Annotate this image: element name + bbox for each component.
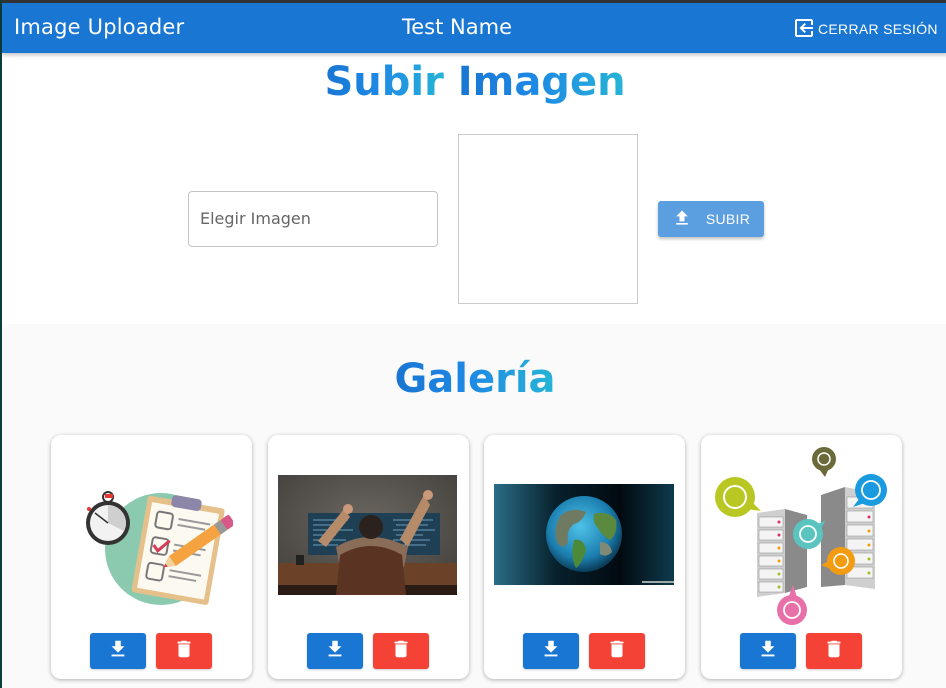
card-actions bbox=[523, 633, 645, 669]
gallery-image-servers[interactable] bbox=[711, 447, 896, 625]
upload-button[interactable]: SUBIR bbox=[658, 201, 764, 237]
card-actions bbox=[740, 633, 862, 669]
upload-section: Subir Imagen Elegir Imagen SUBIR bbox=[2, 53, 946, 324]
app-title: Image Uploader bbox=[14, 15, 185, 39]
gallery-image-programmer[interactable] bbox=[278, 475, 457, 595]
logout-label: CERRAR SESIÓN bbox=[818, 21, 938, 37]
download-icon bbox=[757, 638, 779, 664]
upload-icon bbox=[672, 208, 692, 231]
upload-title: Subir Imagen bbox=[2, 59, 946, 105]
delete-button[interactable] bbox=[806, 633, 862, 669]
gallery-title-text: Galería bbox=[394, 356, 556, 402]
delete-button[interactable] bbox=[156, 633, 212, 669]
logout-icon bbox=[792, 16, 816, 43]
delete-button[interactable] bbox=[589, 633, 645, 669]
gallery-card bbox=[268, 435, 469, 679]
download-button[interactable] bbox=[740, 633, 796, 669]
upload-title-part1: Subir bbox=[324, 59, 444, 105]
gallery-image-globe[interactable] bbox=[494, 484, 674, 585]
app-bar: Image Uploader Test Name CERRAR SESIÓN bbox=[2, 3, 946, 53]
gallery-card bbox=[51, 435, 252, 679]
image-preview-box bbox=[458, 134, 638, 304]
download-button[interactable] bbox=[523, 633, 579, 669]
user-name: Test Name bbox=[402, 15, 512, 39]
delete-button[interactable] bbox=[373, 633, 429, 669]
logout-button[interactable]: CERRAR SESIÓN bbox=[792, 17, 938, 41]
gallery-card bbox=[701, 435, 902, 679]
upload-title-part2: Imagen bbox=[457, 59, 626, 105]
download-button[interactable] bbox=[307, 633, 363, 669]
card-actions bbox=[307, 633, 429, 669]
choose-image-placeholder: Elegir Imagen bbox=[200, 209, 311, 228]
choose-image-input[interactable]: Elegir Imagen bbox=[188, 191, 438, 247]
trash-icon bbox=[173, 638, 195, 664]
gallery-title: Galería bbox=[2, 356, 946, 402]
gallery-image-checklist[interactable] bbox=[81, 461, 233, 607]
upload-button-label: SUBIR bbox=[705, 211, 751, 227]
card-actions bbox=[90, 633, 212, 669]
download-icon bbox=[324, 638, 346, 664]
trash-icon bbox=[606, 638, 628, 664]
gallery-card bbox=[484, 435, 685, 679]
trash-icon bbox=[390, 638, 412, 664]
download-icon bbox=[107, 638, 129, 664]
download-button[interactable] bbox=[90, 633, 146, 669]
download-icon bbox=[540, 638, 562, 664]
trash-icon bbox=[823, 638, 845, 664]
